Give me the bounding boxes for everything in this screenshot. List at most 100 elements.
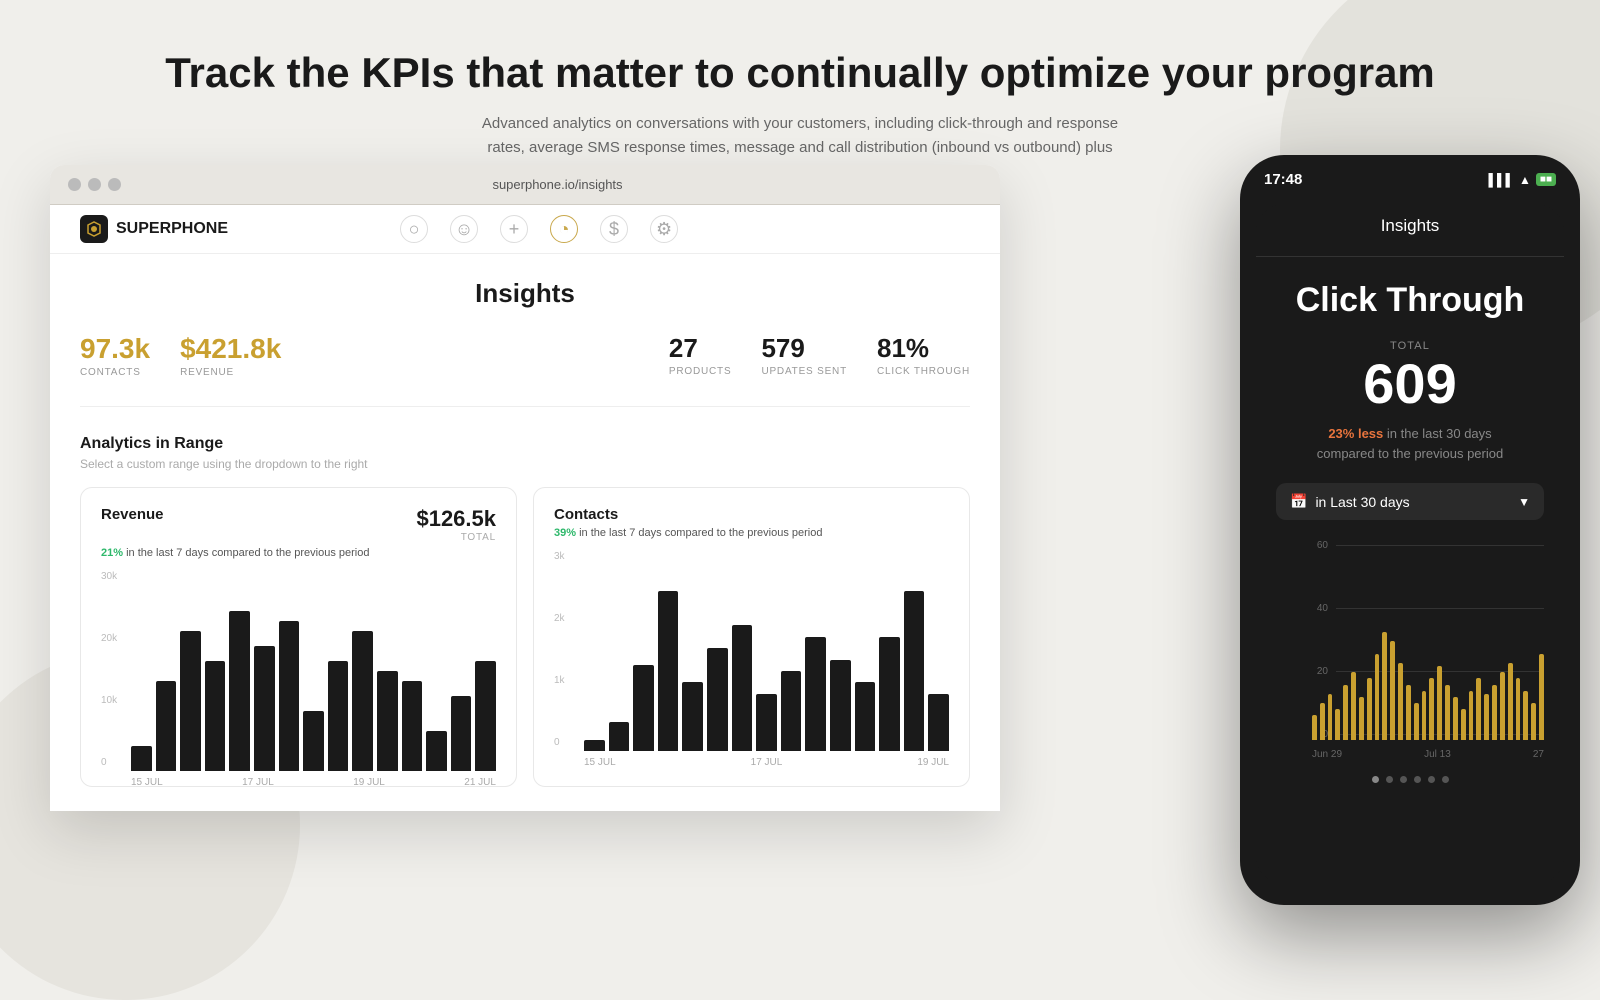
revenue-x-21jul: 21 JUL xyxy=(464,777,496,787)
nav-icon-add[interactable]: + xyxy=(500,215,528,243)
phone-bar xyxy=(1312,715,1317,740)
phone-content: Click Through TOTAL 609 23% less in the … xyxy=(1256,257,1564,799)
revenue-bar xyxy=(303,711,324,771)
revenue-x-17jul: 17 JUL xyxy=(242,777,274,787)
phone-bar xyxy=(1469,691,1474,740)
phone-metric-title: Click Through xyxy=(1276,281,1544,320)
contacts-bar xyxy=(855,682,876,751)
kpi-updates-label: UPDATES SENT xyxy=(761,366,847,377)
phone-bar xyxy=(1320,703,1325,740)
revenue-total-label: TOTAL xyxy=(416,532,496,543)
revenue-bar xyxy=(451,696,472,771)
phone-bar xyxy=(1382,632,1387,740)
insights-page-title: Insights xyxy=(80,278,970,309)
contacts-bar xyxy=(732,625,753,751)
revenue-bar xyxy=(229,611,250,771)
browser-bar: superphone.io/insights xyxy=(50,165,1000,205)
phone-bars-container xyxy=(1312,540,1544,740)
kpi-clickthrough-value: 81% xyxy=(877,333,970,364)
revenue-chart-title: Revenue xyxy=(101,506,164,523)
contacts-y-1k: 1k xyxy=(554,675,565,686)
phone-bar xyxy=(1484,694,1489,740)
revenue-x-19jul: 19 JUL xyxy=(353,777,385,787)
revenue-bar xyxy=(328,661,349,771)
contacts-bar xyxy=(658,591,679,751)
contacts-chart-title: Contacts xyxy=(554,506,618,523)
contacts-bar xyxy=(928,694,949,751)
phone-signal-icon: ▌▌▌ xyxy=(1489,173,1515,187)
phone-bar xyxy=(1335,709,1340,740)
phone-page-dots xyxy=(1276,776,1544,783)
contacts-bar xyxy=(781,671,802,751)
revenue-bar xyxy=(377,671,398,771)
contacts-chart-card: Contacts 39% in the last 7 days compared… xyxy=(533,487,970,787)
kpi-updates-value: 579 xyxy=(761,333,847,364)
phone-bar xyxy=(1500,672,1505,740)
nav-icon-dollar[interactable]: $ xyxy=(600,215,628,243)
revenue-change-text: in the last 7 days compared to the previ… xyxy=(123,547,369,559)
phone-bar xyxy=(1445,685,1450,741)
phone-chart-x-labels: Jun 29 Jul 13 27 xyxy=(1312,749,1544,760)
revenue-bar xyxy=(279,621,300,771)
contacts-bar xyxy=(756,694,777,751)
contacts-chart-change: 39% in the last 7 days compared to the p… xyxy=(554,527,949,539)
revenue-bar xyxy=(131,746,152,771)
phone-battery-icon: ■■ xyxy=(1536,173,1556,186)
app-content: Insights 97.3k CONTACTS $421.8k REVENUE … xyxy=(50,254,1000,811)
kpi-left-group: 97.3k CONTACTS $421.8k REVENUE xyxy=(80,333,281,378)
contacts-bar xyxy=(805,637,826,751)
kpi-contacts-value: 97.3k xyxy=(80,333,150,365)
revenue-y-20k: 20k xyxy=(101,633,117,644)
contacts-y-3k: 3k xyxy=(554,551,565,562)
nav-icon-person[interactable]: ☺ xyxy=(450,215,478,243)
revenue-bar-chart xyxy=(131,571,496,771)
revenue-bar xyxy=(254,646,275,771)
nav-icon-circle[interactable]: ○ xyxy=(400,215,428,243)
phone-bar xyxy=(1429,678,1434,740)
contacts-change-text: in the last 7 days compared to the previ… xyxy=(576,527,822,539)
phone-x-jun29: Jun 29 xyxy=(1312,749,1342,760)
phone-bar xyxy=(1453,697,1458,740)
phone-bar xyxy=(1328,694,1333,740)
revenue-chart-total: $126.5k TOTAL xyxy=(416,506,496,543)
kpi-contacts-label: CONTACTS xyxy=(80,367,150,378)
nav-icon-clock[interactable]: ◔ xyxy=(550,215,578,243)
phone-screen: Insights Click Through TOTAL 609 23% les… xyxy=(1256,204,1564,884)
kpi-right-group: 27 PRODUCTS 579 UPDATES SENT 81% CLICK T… xyxy=(669,333,970,377)
phone-bar xyxy=(1508,663,1513,740)
kpi-products: 27 PRODUCTS xyxy=(669,333,732,377)
contacts-x-17jul: 17 JUL xyxy=(751,757,783,768)
kpi-contacts: 97.3k CONTACTS xyxy=(80,333,150,378)
phone-x-27: 27 xyxy=(1533,749,1544,760)
revenue-total-value: $126.5k xyxy=(416,506,496,532)
revenue-chart-card: Revenue $126.5k TOTAL 21% in the last 7 … xyxy=(80,487,517,787)
phone-date-picker[interactable]: 📅 in Last 30 days ▼ xyxy=(1276,483,1544,520)
revenue-bar xyxy=(402,681,423,771)
phone-bar xyxy=(1422,691,1427,740)
phone-bar xyxy=(1343,685,1348,741)
kpi-products-label: PRODUCTS xyxy=(669,366,732,377)
phone-bar xyxy=(1359,697,1364,740)
revenue-y-labels: 30k 20k 10k 0 xyxy=(101,571,117,768)
revenue-chart-header: Revenue $126.5k TOTAL xyxy=(101,506,496,543)
phone-dot-5 xyxy=(1428,776,1435,783)
kpi-updates: 579 UPDATES SENT xyxy=(761,333,847,377)
phone-bar xyxy=(1476,678,1481,740)
phone-dot-3 xyxy=(1400,776,1407,783)
phone-bar xyxy=(1375,654,1380,740)
contacts-x-labels: 15 JUL 17 JUL 19 JUL xyxy=(584,757,949,768)
contacts-bar xyxy=(682,682,703,751)
contacts-chart-header: Contacts xyxy=(554,506,949,523)
charts-row: Revenue $126.5k TOTAL 21% in the last 7 … xyxy=(80,487,970,787)
contacts-bar xyxy=(904,591,925,751)
nav-icon-settings[interactable]: ⚙ xyxy=(650,215,678,243)
contacts-bar xyxy=(609,722,630,751)
phone-date-picker-arrow-icon: ▼ xyxy=(1518,495,1530,509)
contacts-bar xyxy=(584,740,605,751)
contacts-bar-chart xyxy=(584,551,949,751)
content-area: superphone.io/insights SUPERPHONE ○ ☺ + … xyxy=(50,165,1550,900)
contacts-y-labels: 3k 2k 1k 0 xyxy=(554,551,565,748)
analytics-title: Analytics in Range xyxy=(80,435,970,453)
phone-dot-1 xyxy=(1372,776,1379,783)
revenue-bar xyxy=(205,661,226,771)
